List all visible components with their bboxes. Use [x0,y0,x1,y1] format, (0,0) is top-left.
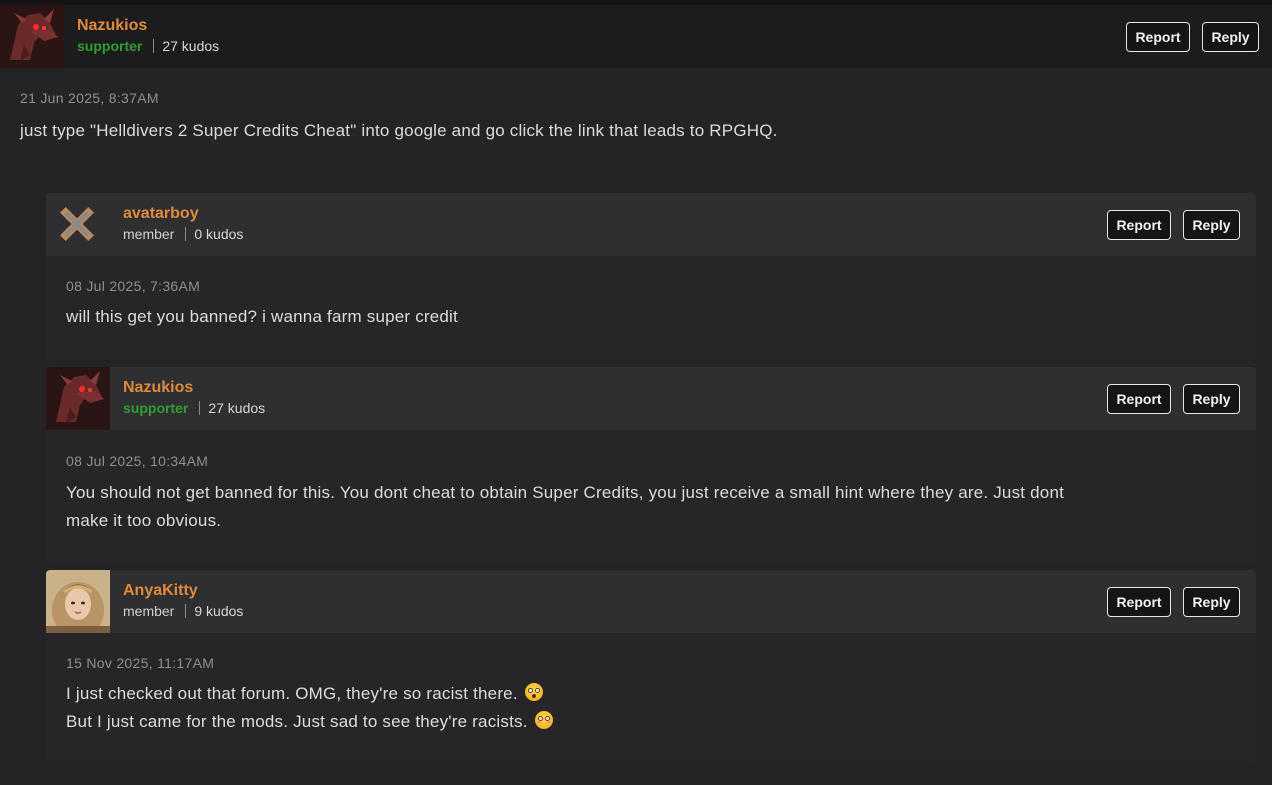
comment-line-wrapper: I just checked out that forum. OMG, they… [66,680,553,708]
report-button[interactable]: Report [1126,22,1190,52]
user-role: member [123,603,175,619]
meta-divider [199,401,201,415]
comment-body: You should not get banned for this. You … [66,479,1064,535]
comment-line: make it too obvious. [66,511,222,530]
comment-reply: avatarboy member 0 kudos Report Reply 08 … [46,193,1256,360]
comment-line: But I just came for the mods. Just sad t… [66,712,528,731]
kudos-count: 27 kudos [162,38,220,54]
comment-line: will this get you banned? i wanna farm s… [66,307,458,326]
user-role: supporter [123,400,189,416]
default-x-avatar-icon [46,193,110,256]
user-meta: member 9 kudos [123,603,243,619]
comment-line: I just checked out that forum. OMG, they… [66,684,518,703]
report-button[interactable]: Report [1107,384,1171,414]
username[interactable]: AnyaKitty [123,582,243,600]
comment-line: You should not get banned for this. You … [66,483,1065,502]
comment-date: 08 Jul 2025, 7:36AM [66,278,201,294]
kudos-count: 9 kudos [194,603,244,619]
user-info: Nazukios supporter 27 kudos [77,17,219,54]
comment-reply: AnyaKitty member 9 kudos Report Reply 15 … [46,570,1256,766]
avatar[interactable] [0,5,64,68]
avatar[interactable] [46,570,110,633]
avatar[interactable] [46,193,110,256]
red-dragon-avatar-icon [0,5,64,68]
comment-header: Nazukios supporter 27 kudos Report Reply [0,5,1272,68]
comment-body: will this get you banned? i wanna farm s… [66,303,458,331]
meta-divider [185,227,187,241]
user-role: member [123,226,175,242]
username[interactable]: avatarboy [123,205,243,223]
report-button[interactable]: Report [1107,210,1171,240]
meta-divider [153,39,155,53]
username[interactable]: Nazukios [123,379,265,397]
meta-divider [185,604,187,618]
reply-button[interactable]: Reply [1202,22,1259,52]
kudos-count: 27 kudos [208,400,266,416]
comment-date: 15 Nov 2025, 11:17AM [66,655,215,671]
report-button[interactable]: Report [1107,587,1171,617]
comment-reply: Nazukios supporter 27 kudos Report Reply … [46,367,1256,563]
comment-date: 08 Jul 2025, 10:34AM [66,453,209,469]
comment-line-wrapper: But I just came for the mods. Just sad t… [66,708,553,736]
user-info: AnyaKitty member 9 kudos [123,582,243,619]
comment-date: 21 Jun 2025, 8:37AM [20,90,159,106]
comment-header: avatarboy member 0 kudos Report Reply [46,193,1256,256]
red-dragon-avatar-icon [46,367,110,430]
user-role: supporter [77,38,143,54]
comment-body: I just checked out that forum. OMG, they… [66,680,553,736]
reply-button[interactable]: Reply [1183,587,1240,617]
flushed-face-emoji-icon [524,683,543,701]
avatar[interactable] [46,367,110,430]
user-meta: supporter 27 kudos [123,400,265,416]
username[interactable]: Nazukios [77,17,219,35]
comment-header: Nazukios supporter 27 kudos Report Reply [46,367,1256,430]
user-meta: member 0 kudos [123,226,243,242]
user-meta: supporter 27 kudos [77,38,219,54]
user-info: avatarboy member 0 kudos [123,205,243,242]
comment-body: just type "Helldivers 2 Super Credits Ch… [20,117,778,145]
user-info: Nazukios supporter 27 kudos [123,379,265,416]
kudos-count: 0 kudos [194,226,244,242]
portrait-photo-avatar-icon [46,570,110,633]
pleading-face-emoji-icon [534,711,553,729]
reply-button[interactable]: Reply [1183,384,1240,414]
comment-header: AnyaKitty member 9 kudos Report Reply [46,570,1256,633]
comment-line: just type "Helldivers 2 Super Credits Ch… [20,121,778,140]
reply-button[interactable]: Reply [1183,210,1240,240]
